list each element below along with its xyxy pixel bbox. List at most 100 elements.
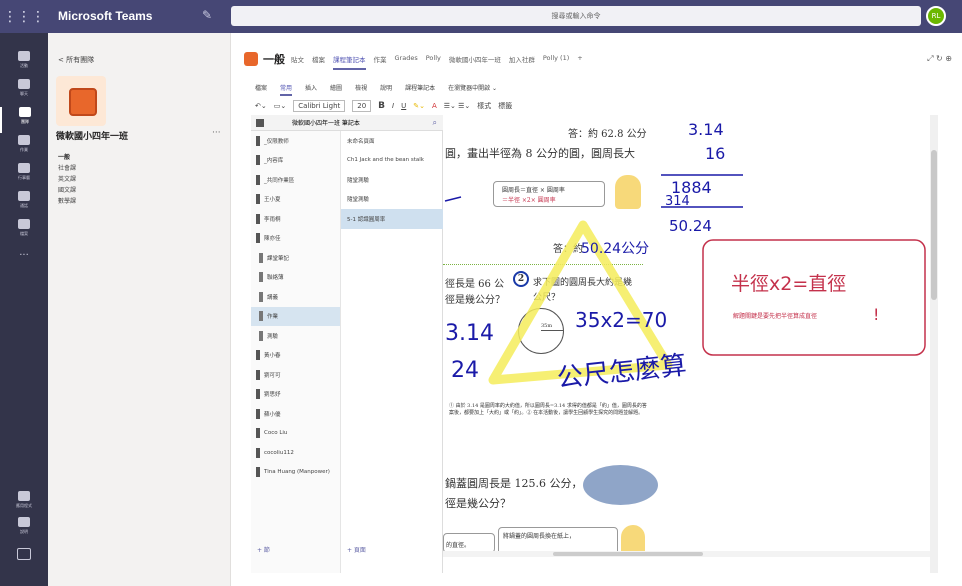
teams-icon [19, 107, 31, 117]
section-list: _仅限教师 _内容库 _共同作業區王小夏李雨桐陳亦佳課堂筆記 聯絡薄講義作業 測驗 黃小春… [251, 131, 341, 573]
section-item[interactable]: _内容库 [251, 151, 340, 171]
section-item[interactable]: Coco Liu [251, 424, 340, 444]
add-section-button[interactable]: + 節 [257, 545, 270, 554]
page-item[interactable]: 隨堂測驗 [341, 190, 443, 210]
section-item[interactable]: cocoliu112 [251, 443, 340, 463]
rail-help[interactable]: 說明 [0, 517, 48, 543]
tab-join-community[interactable]: 加入社群 [509, 54, 535, 70]
channel-item-general[interactable]: 一般 [58, 152, 228, 163]
bold-button[interactable]: B [378, 101, 385, 111]
font-size-select[interactable]: 20 [352, 100, 372, 112]
tab-files[interactable]: 檔案 [312, 54, 325, 70]
horizontal-scroll-thumb[interactable] [553, 552, 703, 556]
channel-item-social[interactable]: 社會課 [58, 163, 228, 174]
section-item[interactable]: _共同作業區 [251, 170, 340, 190]
tab-assignments[interactable]: 作業 [374, 54, 387, 70]
page-canvas[interactable]: 答：約 62.8 公分 圓，畫出半徑為 8 公分的圓，圓周長大 圓周長＝直徑 ×… [443, 115, 930, 573]
section-item[interactable]: Tina Huang (Manpower) [251, 463, 340, 483]
section-label: 劉思妤 [264, 392, 281, 399]
ribbon-tab-class-notebook[interactable]: 課程筆記本 [405, 83, 435, 96]
tags-button[interactable]: 標籤 [498, 101, 512, 111]
section-tab-icon [256, 174, 260, 185]
section-item[interactable]: 蘇小優 [251, 404, 340, 424]
section-tab-icon [256, 233, 260, 244]
back-to-teams-link[interactable]: < 所有團隊 [58, 55, 94, 65]
add-page-button[interactable]: + 頁面 [347, 545, 366, 554]
add-tab-button[interactable]: + [577, 54, 582, 70]
rail-calls[interactable]: 通話 [0, 191, 48, 217]
more-options-icon[interactable]: ··· [212, 128, 221, 138]
tab-grades[interactable]: Grades [395, 54, 418, 70]
section-item[interactable]: 王小夏 [251, 190, 340, 210]
search-icon[interactable]: ⌕ [433, 118, 437, 128]
section-item[interactable]: 李雨桐 [251, 209, 340, 229]
ribbon-tab-view[interactable]: 檢視 [355, 83, 367, 96]
section-tab-icon [256, 408, 260, 419]
section-item[interactable]: 測驗 [251, 326, 340, 346]
ribbon-tab-insert[interactable]: 插入 [305, 83, 317, 96]
rail-apps[interactable]: 應用程式 [0, 491, 48, 517]
ribbon-tab-home[interactable]: 常用 [280, 83, 293, 96]
channel-item-chinese[interactable]: 國文課 [58, 185, 228, 196]
italic-button[interactable]: I [392, 102, 394, 110]
section-item[interactable]: 劉可可 [251, 365, 340, 385]
undo-icon[interactable]: ↶⌄ [255, 102, 267, 110]
section-item[interactable]: 作業 [251, 306, 340, 326]
font-select[interactable]: Calibri Light [293, 100, 346, 112]
section-item[interactable]: _仅限教师 [251, 131, 340, 151]
highlight-icon[interactable]: ✎⌄ [413, 102, 425, 110]
notebook-header[interactable]: 微軟國小四年一班 筆記本 ⌕ [251, 115, 443, 131]
rail-calendar[interactable]: 行事曆 [0, 163, 48, 189]
page-item[interactable]: Ch1 Jack and the bean stalk [341, 151, 443, 171]
tab-polly[interactable]: Polly [426, 54, 441, 70]
section-item[interactable]: 講義 [251, 287, 340, 307]
page-item[interactable]: 未命名頁面 [341, 131, 443, 151]
rail-assignments[interactable]: 作業 [0, 135, 48, 161]
new-chat-icon[interactable]: ✎ [202, 8, 212, 22]
app-launcher-icon[interactable]: ⋮⋮⋮ [0, 0, 48, 33]
tab-posts[interactable]: 貼文 [291, 54, 304, 70]
tab-class-notebook[interactable]: 課程筆記本 [333, 54, 366, 70]
team-icon [244, 52, 258, 66]
ribbon-tab-draw[interactable]: 繪圖 [330, 83, 342, 96]
section-label: 王小夏 [264, 197, 281, 204]
rail-chat[interactable]: 聊天 [0, 79, 48, 105]
tab-polly-1[interactable]: Polly (1) [543, 54, 569, 70]
open-in-browser-button[interactable]: 在瀏覽器中開啟 ⌄ [448, 83, 497, 96]
section-tab-icon [256, 350, 260, 361]
ribbon-tab-file[interactable]: 檔案 [255, 83, 267, 96]
ribbon-tab-help[interactable]: 說明 [380, 83, 392, 96]
vertical-scroll-thumb[interactable] [931, 150, 937, 300]
bullets-icon[interactable]: ☰⌄ ☰⌄ [444, 102, 471, 110]
rail-files[interactable]: 檔案 [0, 219, 48, 245]
channel-item-english[interactable]: 英文課 [58, 174, 228, 185]
underline-button[interactable]: U [401, 102, 406, 110]
ink-box-title: 半徑x2=直徑 [731, 273, 846, 295]
tab-class-name[interactable]: 微軟國小四年一班 [449, 54, 501, 70]
section-item[interactable]: 黃小春 [251, 346, 340, 366]
page-item[interactable]: 隨堂測驗 [341, 170, 443, 190]
page-item[interactable]: 5-1 認識圓周率 [341, 209, 443, 229]
section-item[interactable]: 劉思妤 [251, 385, 340, 405]
section-item[interactable]: 陳亦佳 [251, 229, 340, 249]
section-label: 講義 [267, 294, 279, 301]
channel-header: 一般 貼文 檔案 課程筆記本 作業 Grades Polly 微軟國小四年一班 … [231, 33, 962, 115]
rail-teams[interactable]: 團隊 [0, 107, 48, 133]
section-tab-icon [259, 272, 263, 283]
clipboard-icon[interactable]: ▭⌄ [274, 102, 286, 110]
channel-tabs: 貼文 檔案 課程筆記本 作業 Grades Polly 微軟國小四年一班 加入社… [291, 54, 583, 70]
styles-button[interactable]: 樣式 [477, 101, 491, 111]
section-tab-icon [259, 311, 263, 322]
rail-activity[interactable]: 活動 [0, 51, 48, 77]
section-label: 陳亦佳 [264, 236, 281, 243]
chat-icon [18, 79, 30, 89]
feedback-icon[interactable] [0, 548, 48, 574]
section-item[interactable]: 課堂筆記 [251, 248, 340, 268]
header-actions[interactable]: ⤢ ↻ ⊕ [927, 54, 952, 64]
rail-more[interactable]: ... [0, 247, 48, 273]
avatar[interactable]: RL [926, 6, 946, 26]
search-input[interactable]: 搜尋或輸入命令 [231, 6, 921, 26]
section-item[interactable]: 聯絡薄 [251, 268, 340, 288]
channel-item-math[interactable]: 數學課 [58, 196, 228, 207]
font-color-button[interactable]: A [432, 102, 437, 110]
